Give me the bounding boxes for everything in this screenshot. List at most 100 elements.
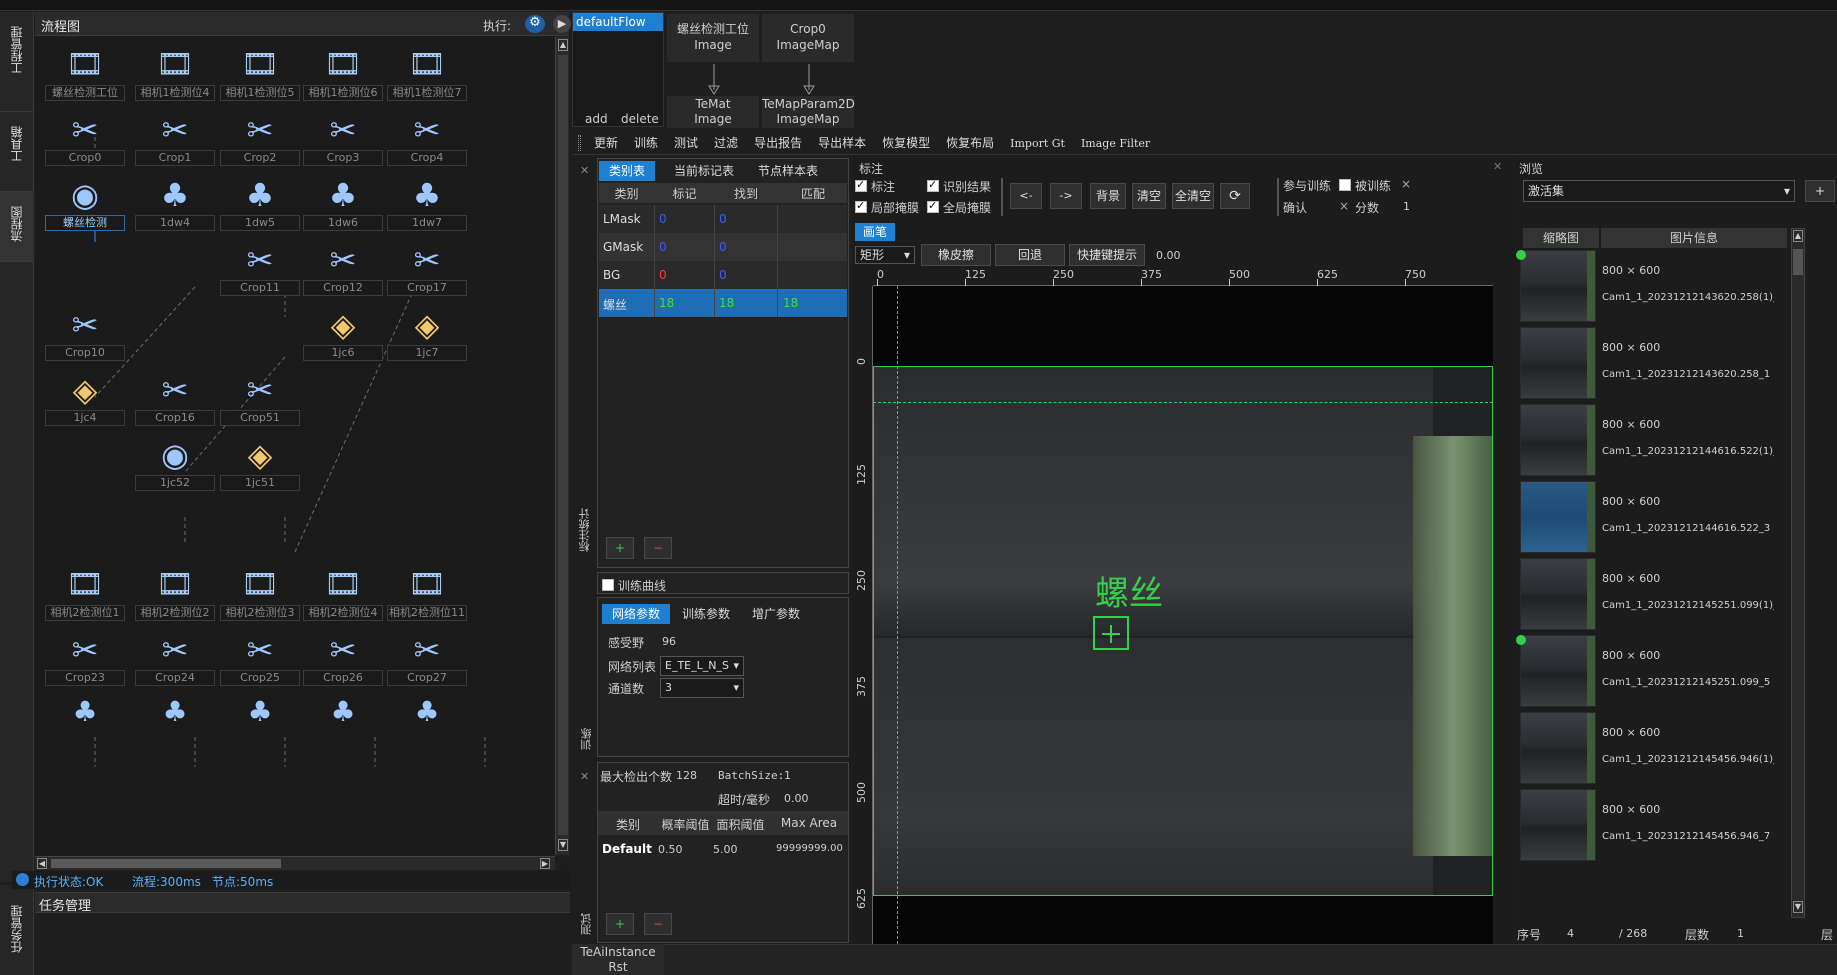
remove-threshold-button[interactable]: −: [644, 913, 672, 935]
flow-node[interactable]: ✂ Crop23: [45, 632, 125, 686]
thumbnail[interactable]: [1520, 250, 1596, 322]
image-name[interactable]: Cam1_1_20231212143620.258(1)_0: [1602, 292, 1774, 303]
tab-train-params[interactable]: 训练参数: [672, 604, 740, 624]
image-name[interactable]: Cam1_1_20231212145456.946_7: [1602, 831, 1774, 842]
flow-vscroll[interactable]: ▲ ▼: [555, 37, 569, 855]
browse-scroll-thumb[interactable]: [1793, 249, 1803, 275]
prev-image-button[interactable]: <-: [1010, 183, 1042, 209]
tree-icon[interactable]: ♣: [242, 697, 278, 727]
flow-node[interactable]: ✂ Crop26: [303, 632, 383, 686]
tree-icon[interactable]: ♣: [325, 697, 361, 727]
class-row[interactable]: BG 0 0: [599, 261, 847, 289]
play-icon[interactable]: ▶: [553, 15, 571, 33]
toolbar-item[interactable]: 恢复模型: [874, 132, 938, 154]
thumbnail[interactable]: [1520, 712, 1596, 784]
tree-icon[interactable]: ♣: [157, 697, 193, 727]
local-mask-checkbox[interactable]: [855, 199, 867, 213]
image-name[interactable]: Cam1_1_20231212144616.522_3: [1602, 523, 1774, 534]
settings-gear-icon[interactable]: ⚙: [525, 15, 545, 33]
flow-node[interactable]: ◈ 1jc51: [220, 437, 300, 491]
global-mask-checkbox[interactable]: [927, 199, 939, 213]
screw-box[interactable]: [1093, 616, 1129, 650]
flow-block-station[interactable]: 螺丝检测工位 Image: [667, 14, 759, 62]
flow-item-default[interactable]: defaultFlow: [573, 13, 663, 31]
add-class-button[interactable]: +: [606, 537, 634, 559]
class-row[interactable]: LMask 0 0: [599, 205, 847, 233]
network-select[interactable]: E_TE_L_N_S: [660, 656, 744, 676]
toolbar-item[interactable]: Image Filter: [1073, 133, 1158, 155]
flow-node[interactable]: 🎞 相机1检测位7: [387, 47, 467, 101]
toolbar-item[interactable]: 训练: [626, 132, 666, 154]
flow-node[interactable]: ♣ 1dw4: [135, 177, 215, 231]
thumbnail[interactable]: [1520, 558, 1596, 630]
flow-node[interactable]: 🎞 相机1检测位5: [220, 47, 300, 101]
image-name[interactable]: Cam1_1_20231212143620.258_1: [1602, 369, 1774, 380]
side-tab-flowchart[interactable]: 流程图: [0, 192, 34, 262]
tab-current-marks[interactable]: 当前标记表: [664, 161, 744, 181]
flow-block-crop0[interactable]: Crop0 ImageMap: [762, 14, 854, 62]
flow-node[interactable]: ◉ 1jc52: [135, 437, 215, 491]
flow-node[interactable]: ♣ 1dw5: [220, 177, 300, 231]
flow-node[interactable]: ✂ Crop2: [220, 112, 300, 166]
flow-node[interactable]: ◈ 1jc6: [303, 307, 383, 361]
flow-node[interactable]: ✂ Crop51: [220, 372, 300, 426]
flow-node[interactable]: ✂ Crop1: [135, 112, 215, 166]
thumbnail[interactable]: [1520, 635, 1596, 707]
side-tab-project[interactable]: 工程管理: [0, 12, 34, 112]
toolbar-item[interactable]: 导出报告: [746, 132, 810, 154]
flow-block-temapparam[interactable]: TeMapParam2D ImageMap: [762, 96, 855, 128]
toolbar-item[interactable]: Import Gt: [1002, 133, 1073, 155]
flow-node[interactable]: 🎞 相机2检测位3: [220, 567, 300, 621]
flow-node[interactable]: ✂ Crop25: [220, 632, 300, 686]
tab-augment-params[interactable]: 增广参数: [742, 604, 810, 624]
threshold-row[interactable]: Default 0.50 5.00 99999999.00: [598, 837, 848, 861]
toolbar-item[interactable]: 更新: [586, 132, 626, 154]
browse-vscroll[interactable]: ▲ ▼: [1791, 228, 1805, 918]
class-row[interactable]: GMask 0 0: [599, 233, 847, 261]
flow-node[interactable]: ✂ Crop0: [45, 112, 125, 166]
flow-node[interactable]: ✂ Crop4: [387, 112, 467, 166]
tab-node-samples[interactable]: 节点样本表: [748, 161, 828, 181]
tab-class-table[interactable]: 类别表: [599, 161, 656, 181]
delete-flow-button[interactable]: delete: [621, 112, 659, 126]
channel-select[interactable]: 3: [660, 678, 744, 698]
thumbnail[interactable]: [1520, 789, 1596, 861]
shortcut-hint-button[interactable]: 快捷键提示: [1069, 244, 1145, 266]
add-threshold-button[interactable]: +: [606, 913, 634, 935]
flow-node[interactable]: 🎞 相机2检测位4: [303, 567, 383, 621]
add-flow-button[interactable]: add: [585, 112, 608, 126]
toolbar-item[interactable]: 测试: [666, 132, 706, 154]
image-name[interactable]: Cam1_1_20231212145456.946(1)_6: [1602, 754, 1774, 765]
thumbnail[interactable]: [1520, 404, 1596, 476]
eraser-button[interactable]: 橡皮擦: [921, 244, 991, 266]
flow-node[interactable]: ✂ Crop24: [135, 632, 215, 686]
flow-node[interactable]: 🎞 相机1检测位4: [135, 47, 215, 101]
flow-node[interactable]: ♣ 1dw6: [303, 177, 383, 231]
tree-icon[interactable]: ♣: [67, 697, 103, 727]
flow-canvas[interactable]: 🎞 螺丝检测工位 🎞 相机1检测位4 🎞 相机1检测位5 🎞 相机1检测位6 🎞 相机1检测位7 ✂…: [35, 37, 569, 855]
flow-block-temat[interactable]: TeMat Image: [667, 96, 759, 128]
side-tab-task[interactable]: 任务管理: [0, 885, 34, 975]
trained-checkbox[interactable]: [1339, 179, 1351, 191]
flow-node[interactable]: 🎞 螺丝检测工位: [45, 47, 125, 101]
class-close-icon[interactable]: ✕: [580, 164, 589, 177]
annotate-close-icon[interactable]: ✕: [1493, 160, 1502, 173]
flow-vscroll-thumb[interactable]: [558, 55, 568, 835]
flow-node[interactable]: ✂ Crop10: [45, 307, 125, 361]
toolbar-item[interactable]: 过滤: [706, 132, 746, 154]
image-name[interactable]: Cam1_1_20231212144616.522(1)_2: [1602, 446, 1774, 457]
brush-button[interactable]: 画笔: [855, 223, 895, 241]
flow-node[interactable]: ♣ 1dw7: [387, 177, 467, 231]
image-name[interactable]: Cam1_1_20231212145251.099_5: [1602, 677, 1774, 688]
flow-node[interactable]: ✂ Crop11: [220, 242, 300, 296]
clear-all-button[interactable]: 全清空: [1172, 183, 1214, 209]
toolbar-item[interactable]: 恢复布局: [938, 132, 1002, 154]
flow-node[interactable]: ◉ 螺丝检测: [45, 177, 125, 231]
clear-button[interactable]: 清空: [1132, 183, 1166, 209]
toolbar-item[interactable]: 导出样本: [810, 132, 874, 154]
side-tab-toolbox[interactable]: 工具箱: [0, 112, 34, 192]
flow-node[interactable]: 🎞 相机1检测位6: [303, 47, 383, 101]
shape-select[interactable]: 矩形: [855, 246, 915, 264]
flow-node[interactable]: ✂ Crop27: [387, 632, 467, 686]
mark-checkbox[interactable]: [855, 178, 867, 192]
